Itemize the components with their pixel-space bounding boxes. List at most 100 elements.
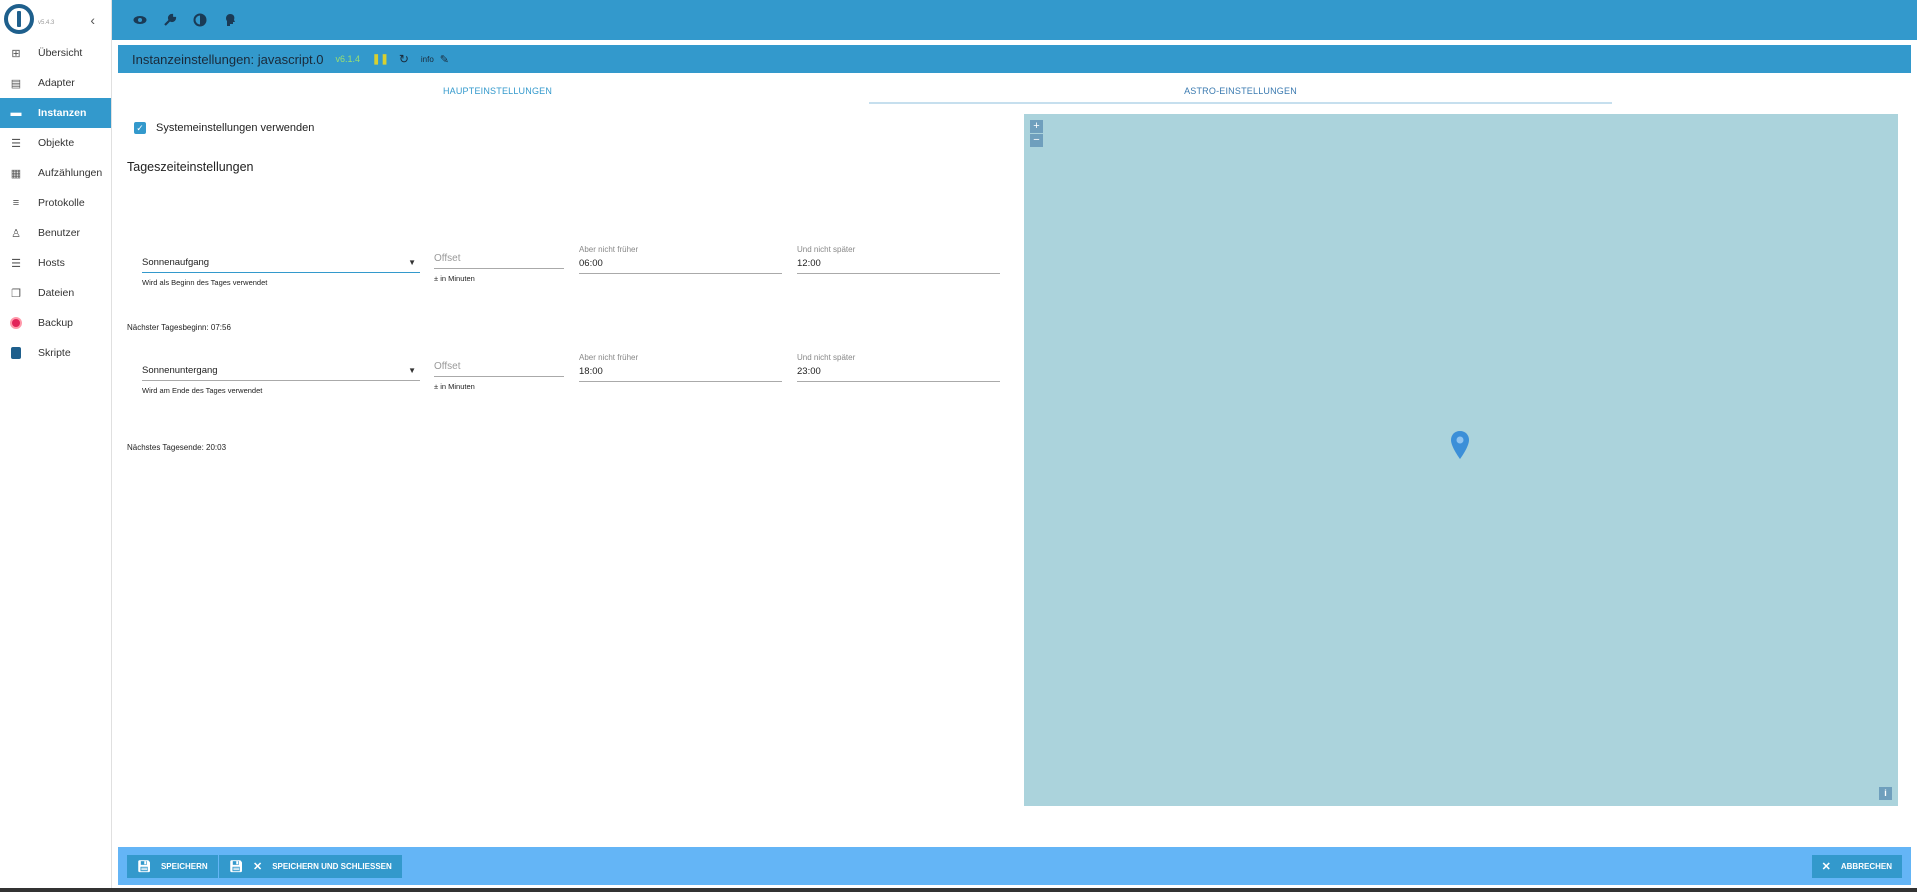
sidebar-item-label: Benutzer	[38, 227, 81, 239]
tab-astro-einstellungen[interactable]: Astro-Einstellungen	[869, 80, 1612, 104]
backup-icon	[10, 317, 22, 329]
eye-icon[interactable]	[132, 12, 148, 28]
grid-icon: ⊞	[11, 47, 21, 60]
list-icon: ☰	[11, 137, 21, 150]
wrench-icon[interactable]	[162, 12, 178, 28]
location-map[interactable]: + − i	[1024, 114, 1898, 806]
sidebar-item-instanzen[interactable]: ▬ Instanzen	[0, 98, 111, 128]
cancel-button-label: Abbrechen	[1840, 862, 1892, 871]
zoom-in-button[interactable]: +	[1030, 120, 1043, 133]
sidebar-item-benutzer[interactable]: ♙ Benutzer	[0, 218, 111, 248]
save-button-label: Speichern	[160, 862, 208, 871]
sidebar-item-aufzaehlungen[interactable]: ▦ Aufzählungen	[0, 158, 111, 188]
enum-icon: ▦	[10, 167, 22, 180]
logo-row: v5.4.3 ‹	[0, 0, 111, 38]
not-later-value: 12:00	[797, 258, 821, 269]
store-icon: ▤	[10, 77, 22, 90]
use-system-settings-checkbox[interactable]: ✓	[134, 122, 146, 134]
tab-haupteinstellungen[interactable]: Haupteinstellungen	[126, 80, 869, 104]
edit-icon[interactable]: ✎	[440, 53, 449, 66]
save-close-button-label: Speichern und schließen	[272, 862, 392, 871]
reload-icon[interactable]: ↻	[399, 52, 409, 66]
log-icon: ≡	[12, 197, 20, 209]
dialog-header: Instanzeinstellungen: javascript.0 v6.1.…	[118, 45, 1911, 73]
scripts-icon	[10, 347, 22, 359]
map-info-button[interactable]: i	[1879, 787, 1892, 800]
sidebar-item-label: Dateien	[38, 287, 75, 299]
sidebar-item-backup[interactable]: Backup	[0, 308, 111, 338]
sidebar-item-adapter[interactable]: ▤ Adapter	[0, 68, 111, 98]
sidebar-item-hosts[interactable]: ☰ Hosts	[0, 248, 111, 278]
map-zoom-controls: + −	[1030, 120, 1043, 148]
next-day-start-note: Nächster Tagesbeginn: 07:56	[127, 323, 231, 332]
contrast-icon[interactable]	[192, 12, 208, 28]
offset-placeholder: Offset	[434, 361, 461, 372]
cancel-button[interactable]: ✕ Abbrechen	[1811, 855, 1902, 878]
top-toolbar	[112, 0, 1917, 40]
close-icon: ✕	[252, 861, 263, 873]
day-start-select[interactable]: Sonnenaufgang ▼	[142, 253, 420, 273]
offset-helper: ± in Minuten	[434, 274, 475, 283]
day-start-not-earlier-input[interactable]: 06:00	[579, 254, 782, 274]
day-start-select-value: Sonnenaufgang	[142, 257, 210, 268]
sidebar-item-protokolle[interactable]: ≡ Protokolle	[0, 188, 111, 218]
sidebar-item-dateien[interactable]: ❐ Dateien	[0, 278, 111, 308]
save-and-close-button[interactable]: 💾︎ ✕ Speichern und schließen	[219, 855, 402, 878]
logo-version: v5.4.3	[38, 20, 55, 26]
not-earlier-label: Aber nicht früher	[579, 353, 639, 362]
day-start-offset-input[interactable]: Offset	[434, 249, 564, 269]
instances-icon: ▬	[10, 107, 22, 119]
sidebar-item-objekte[interactable]: ☰ Objekte	[0, 128, 111, 158]
day-end-not-earlier-field: Aber nicht früher 18:00	[579, 353, 782, 382]
sidebar-item-label: Adapter	[38, 77, 75, 89]
files-icon: ❐	[11, 287, 21, 300]
map-marker-icon[interactable]	[1450, 430, 1470, 465]
not-earlier-value: 18:00	[579, 366, 603, 377]
not-later-value: 23:00	[797, 366, 821, 377]
sidebar-item-skripte[interactable]: Skripte	[0, 338, 111, 368]
sidebar-item-label: Skripte	[38, 347, 71, 359]
adapter-version: v6.1.4	[335, 54, 361, 64]
not-earlier-value: 06:00	[579, 258, 603, 269]
day-start-offset-field: Offset ± in Minuten	[434, 249, 564, 283]
day-end-offset-input[interactable]: Offset	[434, 357, 564, 377]
pause-icon[interactable]: ❚❚	[372, 54, 389, 65]
day-start-select-field: Sonnenaufgang ▼ Wird als Beginn des Tage…	[142, 253, 420, 287]
settings-tabs: Haupteinstellungen Astro-Einstellungen	[126, 80, 1612, 104]
info-link[interactable]: info	[421, 55, 434, 64]
app-root: v5.4.3 ‹ ⊞ Übersicht ▤ Adapter ▬ Instanz…	[0, 0, 1917, 892]
day-end-select-value: Sonnenuntergang	[142, 365, 218, 376]
save-button[interactable]: 💾︎ Speichern	[127, 855, 218, 878]
sidebar-item-label: Backup	[38, 317, 74, 329]
zoom-out-button[interactable]: −	[1030, 134, 1043, 147]
offset-placeholder: Offset	[434, 253, 461, 264]
day-start-not-later-input[interactable]: 12:00	[797, 254, 1000, 274]
day-end-offset-field: Offset ± in Minuten	[434, 357, 564, 391]
collapse-sidebar-icon[interactable]: ‹	[90, 12, 95, 28]
sidebar: v5.4.3 ‹ ⊞ Übersicht ▤ Adapter ▬ Instanz…	[0, 0, 112, 892]
astro-settings-form: ✓ Systemeinstellungen verwenden Tageszei…	[118, 105, 1024, 705]
day-end-not-later-input[interactable]: 23:00	[797, 362, 1000, 382]
day-end-select-field: Sonnenuntergang ▼ Wird am Ende des Tages…	[142, 361, 420, 395]
day-end-not-earlier-input[interactable]: 18:00	[579, 362, 782, 382]
not-later-label: Und nicht später	[797, 353, 856, 362]
sidebar-item-label: Protokolle	[38, 197, 85, 209]
close-icon: ✕	[1821, 861, 1831, 873]
section-title: Tageszeiteinstellungen	[127, 160, 254, 174]
not-earlier-label: Aber nicht früher	[579, 245, 639, 254]
iobroker-logo[interactable]	[4, 4, 34, 34]
sidebar-item-uebersicht[interactable]: ⊞ Übersicht	[0, 38, 111, 68]
day-start-not-later-field: Und nicht später 12:00	[797, 245, 1000, 274]
use-system-settings-label: Systemeinstellungen verwenden	[156, 122, 315, 134]
sidebar-item-label: Hosts	[38, 257, 65, 269]
bottom-edge	[0, 888, 1917, 892]
sidebar-item-label: Objekte	[38, 137, 75, 149]
expert-icon[interactable]	[222, 12, 238, 28]
offset-helper: ± in Minuten	[434, 382, 475, 391]
dialog-title: Instanzeinstellungen: javascript.0	[132, 51, 324, 67]
use-system-settings-row[interactable]: ✓ Systemeinstellungen verwenden	[134, 122, 314, 134]
sidebar-item-label: Aufzählungen	[38, 167, 103, 179]
day-start-helper: Wird als Beginn des Tages verwendet	[142, 278, 268, 287]
save-icon: 💾︎	[137, 861, 151, 873]
day-end-select[interactable]: Sonnenuntergang ▼	[142, 361, 420, 381]
